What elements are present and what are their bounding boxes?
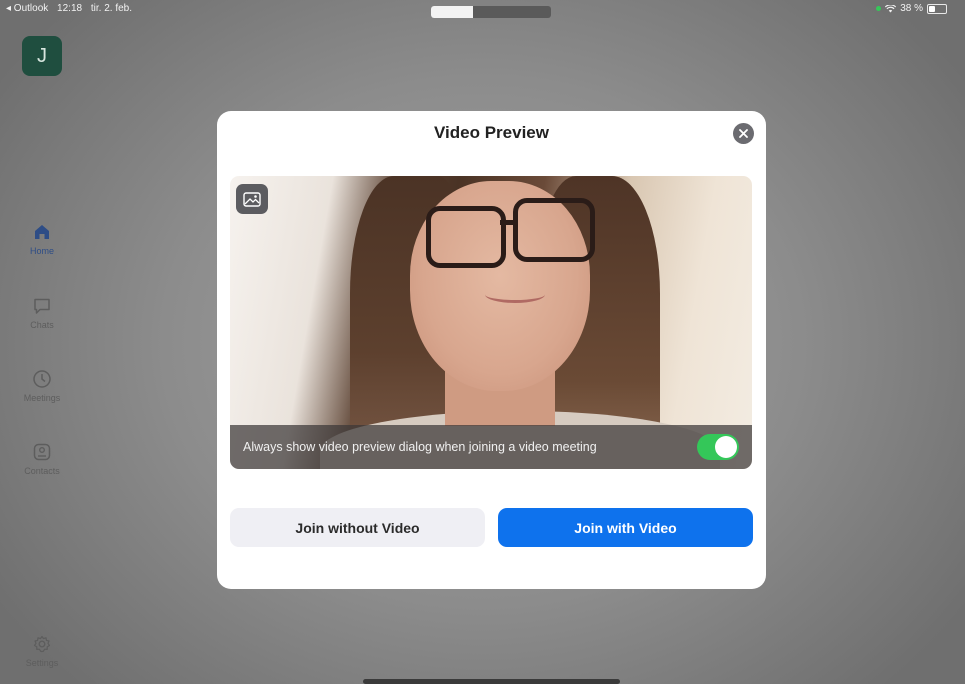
gear-icon — [33, 635, 51, 653]
status-time: 12:18 — [57, 3, 83, 14]
sidebar-item-chats[interactable]: Chats — [14, 296, 70, 330]
sidebar-item-meetings[interactable]: Meetings — [14, 369, 70, 403]
camera-indicator-icon — [876, 6, 882, 11]
join-with-video-button[interactable]: Join with Video — [498, 508, 753, 547]
sidebar-item-label: Meetings — [23, 393, 61, 403]
back-to-app-link[interactable]: ◂ Outlook — [6, 3, 48, 14]
avatar[interactable]: J — [22, 36, 62, 76]
sidebar-item-contacts[interactable]: Contacts — [14, 442, 70, 476]
home-icon — [35, 225, 49, 239]
video-preview-dialog: Video Preview Always show video preview … — [217, 111, 766, 589]
clock-icon — [33, 370, 51, 388]
sidebar-item-label: Contacts — [24, 466, 60, 476]
virtual-background-button[interactable] — [236, 184, 268, 214]
camera-preview: Always show video preview dialog when jo… — [230, 176, 752, 469]
wifi-icon — [885, 4, 897, 12]
sidebar-item-label: Chats — [30, 320, 54, 330]
home-indicator — [363, 679, 620, 684]
close-button[interactable] — [733, 123, 754, 144]
always-show-preview-label: Always show video preview dialog when jo… — [243, 440, 597, 454]
toggle-knob — [715, 436, 737, 458]
sidebar-item-label: Home — [29, 246, 54, 256]
sidebar-item-label: Settings — [25, 658, 59, 668]
image-icon — [243, 191, 261, 207]
contact-card-icon — [33, 443, 51, 461]
battery-percent: 38 % — [900, 3, 923, 14]
chat-bubble-icon — [34, 298, 50, 314]
always-show-preview-toggle[interactable] — [697, 434, 739, 460]
close-icon — [739, 129, 748, 138]
always-show-preview-row: Always show video preview dialog when jo… — [230, 425, 752, 469]
battery-icon — [927, 3, 947, 14]
join-without-video-button[interactable]: Join without Video — [230, 508, 485, 547]
status-date: tir. 2. feb. — [90, 3, 132, 14]
dialog-title: Video Preview — [434, 123, 549, 142]
sidebar-item-home[interactable]: Home — [14, 222, 70, 256]
status-left: ◂ Outlook 12:18 tir. 2. feb. — [6, 3, 138, 14]
multitasking-handle[interactable] — [431, 6, 551, 18]
sidebar-item-settings[interactable]: Settings — [14, 634, 70, 668]
status-right: 38 % — [876, 3, 947, 14]
